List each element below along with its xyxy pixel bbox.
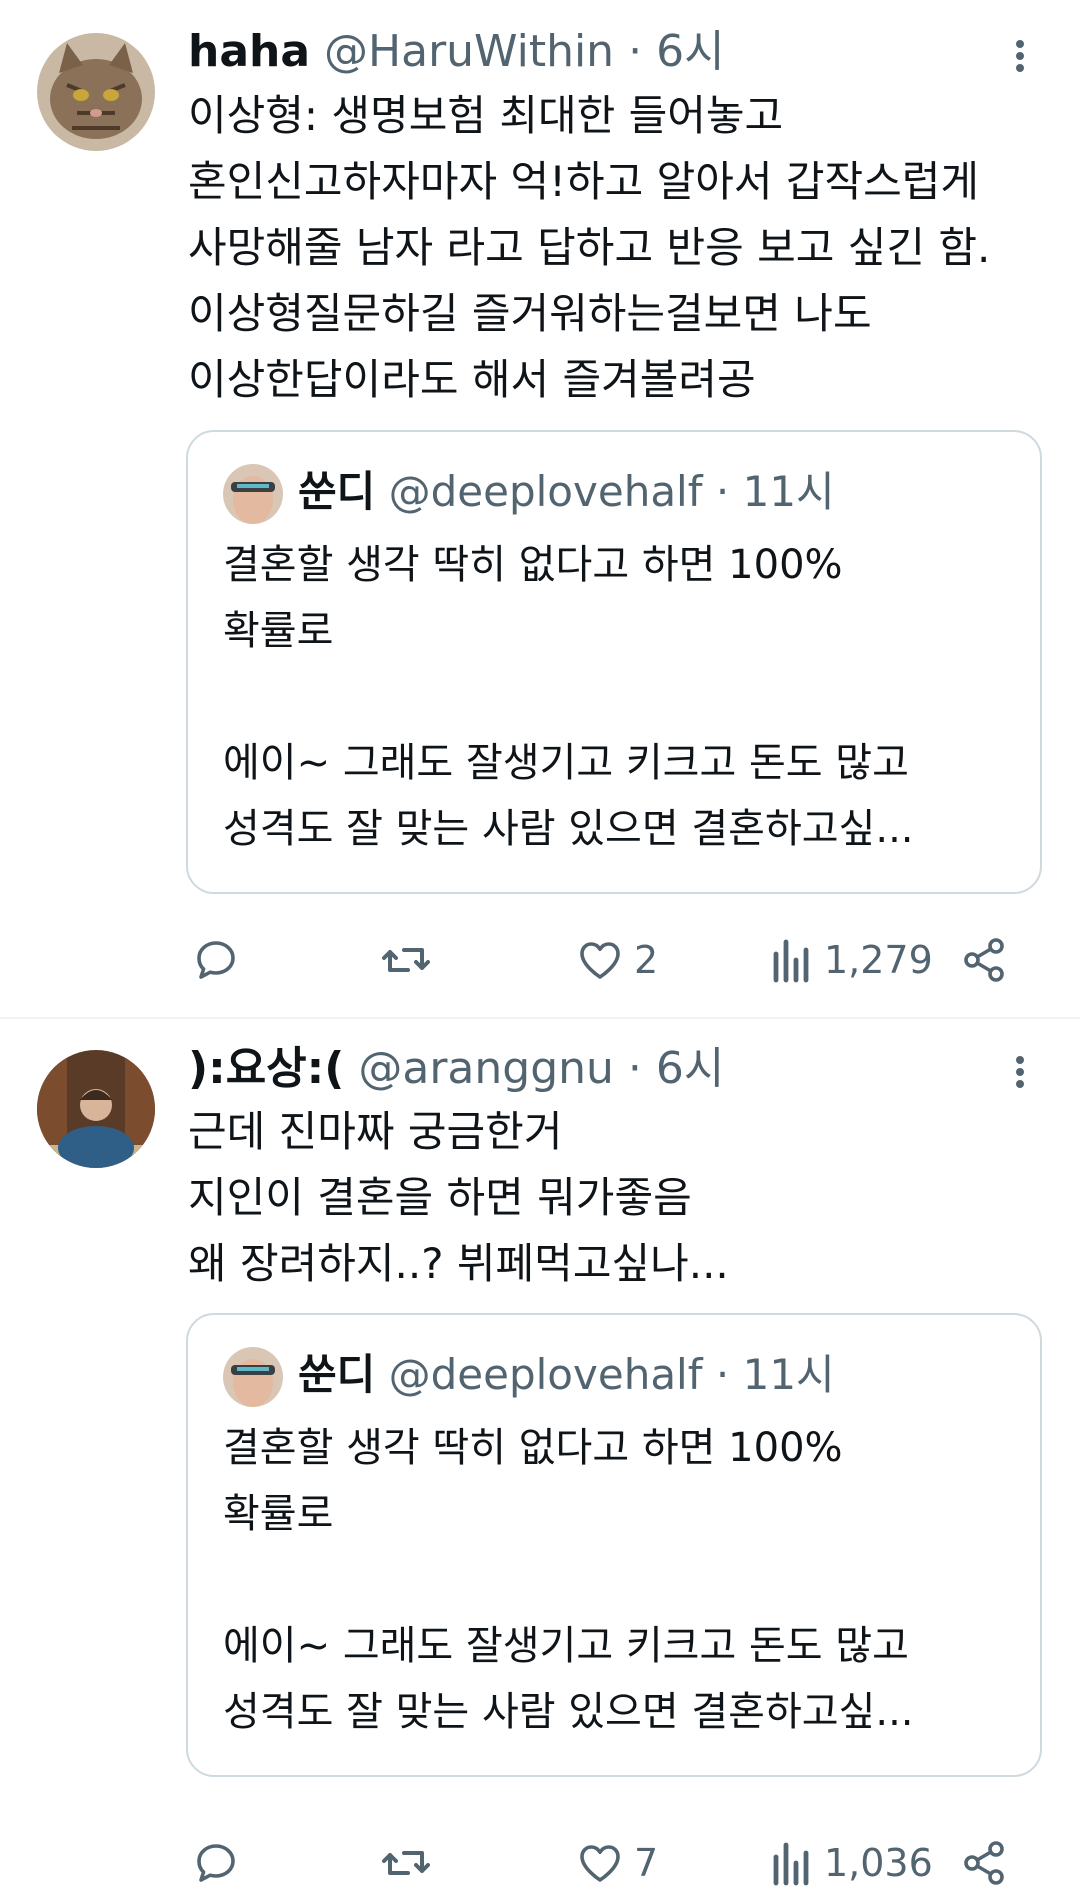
person-avatar[interactable]	[37, 1050, 155, 1168]
separator-dot: ·	[627, 1043, 642, 1094]
share-icon	[964, 938, 1004, 982]
like-count: 2	[634, 938, 659, 982]
tweet-text: 근데 진마짜 궁금한거 지인이 결혼을 하면 뭐가좋음 왜 장려하지..? 뷔페…	[188, 1099, 1048, 1297]
user-handle[interactable]: @HaruWithin	[324, 26, 614, 77]
views-chart-icon	[773, 939, 809, 983]
quote-timestamp: 11시	[742, 467, 835, 516]
quote-text-line: 결혼할 생각 딱히 없다고 하면 100%	[223, 542, 843, 588]
heart-icon	[580, 942, 620, 979]
quote-avatar[interactable]	[223, 464, 283, 524]
reply-button[interactable]	[192, 1833, 240, 1893]
retweet-button[interactable]	[380, 930, 432, 990]
quote-header: 쑨디 @deeplovehalf · 11시	[298, 1345, 835, 1405]
tweet-text-line: 혼인신고하자마자 억!하고 알아서 갑작스럽게	[188, 157, 980, 206]
tweet[interactable]: ):요상:( @aranggnu · 6시 근데 진마짜 궁금한거 지인이 결혼…	[0, 1019, 1080, 1896]
heart-icon	[580, 1845, 620, 1882]
share-icon	[964, 1841, 1004, 1885]
tweet-text-line: 사망해줄 남자 라고 답하고 반응 보고 싶긴 함.	[188, 223, 991, 272]
quote-text-blank	[223, 1547, 1013, 1613]
views-button[interactable]: 1,279	[770, 930, 933, 990]
more-options-icon[interactable]	[1005, 1042, 1035, 1102]
quote-text-blank	[223, 664, 1013, 730]
reply-icon	[197, 941, 235, 979]
tweet[interactable]: haha @HaruWithin · 6시 이상형: 생명보험 최대한 들어놓고…	[0, 0, 1080, 1017]
like-count: 7	[634, 1841, 659, 1885]
quote-text-line: 확률로	[223, 1491, 334, 1537]
quote-text: 결혼할 생각 딱히 없다고 하면 100% 확률로 에이~ 그래도 잘생기고 키…	[223, 1415, 1013, 1745]
separator-dot: ·	[628, 26, 643, 77]
quoted-tweet[interactable]: 쑨디 @deeplovehalf · 11시 결혼할 생각 딱히 없다고 하면 …	[186, 1313, 1042, 1777]
quote-display-name: 쑨디	[298, 1350, 376, 1399]
quote-user-handle: @deeplovehalf	[388, 467, 703, 516]
like-button[interactable]: 2	[576, 930, 658, 990]
reply-icon	[197, 1844, 235, 1882]
tweet-text-line: 근데 진마짜 궁금한거	[188, 1107, 563, 1156]
quote-text-line: 에이~ 그래도 잘생기고 키크고 돈도 많고	[223, 740, 909, 786]
separator-dot: ·	[715, 1350, 730, 1399]
share-button[interactable]	[960, 930, 1008, 990]
tweet-text-line: 이상형질문하길 즐거워하는걸보면 나도	[188, 289, 872, 338]
reply-button[interactable]	[192, 930, 240, 990]
action-bar: 7 1,036	[0, 1833, 1080, 1893]
quote-text-line: 확률로	[223, 608, 334, 654]
cat-avatar[interactable]	[37, 33, 155, 151]
views-chart-icon	[773, 1842, 809, 1886]
view-count: 1,036	[824, 1841, 933, 1885]
retweet-icon	[382, 1851, 430, 1875]
tweet-text-line: 이상형: 생명보험 최대한 들어놓고	[188, 91, 784, 140]
tweet-header: haha @HaruWithin · 6시	[188, 22, 725, 82]
views-button[interactable]: 1,036	[770, 1833, 933, 1893]
quote-user-handle: @deeplovehalf	[388, 1350, 703, 1399]
timestamp[interactable]: 6시	[656, 26, 724, 77]
like-button[interactable]: 7	[576, 1833, 658, 1893]
view-count: 1,279	[824, 938, 933, 982]
tweet-header: ):요상:( @aranggnu · 6시	[188, 1039, 724, 1099]
quote-text-line: 성격도 잘 맞는 사람 있으면 결혼하고싶...	[223, 1689, 914, 1735]
more-options-icon[interactable]	[1005, 26, 1035, 86]
separator-dot: ·	[715, 467, 730, 516]
tweet-text-line: 이상한답이라도 해서 즐겨볼려공	[188, 355, 756, 404]
share-button[interactable]	[960, 1833, 1008, 1893]
user-handle[interactable]: @aranggnu	[358, 1043, 614, 1094]
tweet-text-line: 왜 장려하지..? 뷔페먹고싶나...	[188, 1239, 729, 1288]
action-bar: 2 1,279	[0, 930, 1080, 990]
quote-display-name: 쑨디	[298, 467, 376, 516]
display-name[interactable]: ):요상:(	[188, 1043, 344, 1094]
display-name[interactable]: haha	[188, 26, 310, 77]
quote-text: 결혼할 생각 딱히 없다고 하면 100% 확률로 에이~ 그래도 잘생기고 키…	[223, 532, 1013, 862]
quote-avatar[interactable]	[223, 1347, 283, 1407]
retweet-icon	[382, 948, 430, 972]
quote-text-line: 성격도 잘 맞는 사람 있으면 결혼하고싶...	[223, 806, 914, 852]
quote-timestamp: 11시	[742, 1350, 835, 1399]
timestamp[interactable]: 6시	[656, 1043, 724, 1094]
retweet-button[interactable]	[380, 1833, 432, 1893]
tweet-text-line: 지인이 결혼을 하면 뭐가좋음	[188, 1173, 692, 1222]
tweet-text: 이상형: 생명보험 최대한 들어놓고 혼인신고하자마자 억!하고 알아서 갑작스…	[188, 83, 1048, 413]
quoted-tweet[interactable]: 쑨디 @deeplovehalf · 11시 결혼할 생각 딱히 없다고 하면 …	[186, 430, 1042, 894]
quote-text-line: 결혼할 생각 딱히 없다고 하면 100%	[223, 1425, 843, 1471]
quote-text-line: 에이~ 그래도 잘생기고 키크고 돈도 많고	[223, 1623, 909, 1669]
quote-header: 쑨디 @deeplovehalf · 11시	[298, 462, 835, 522]
